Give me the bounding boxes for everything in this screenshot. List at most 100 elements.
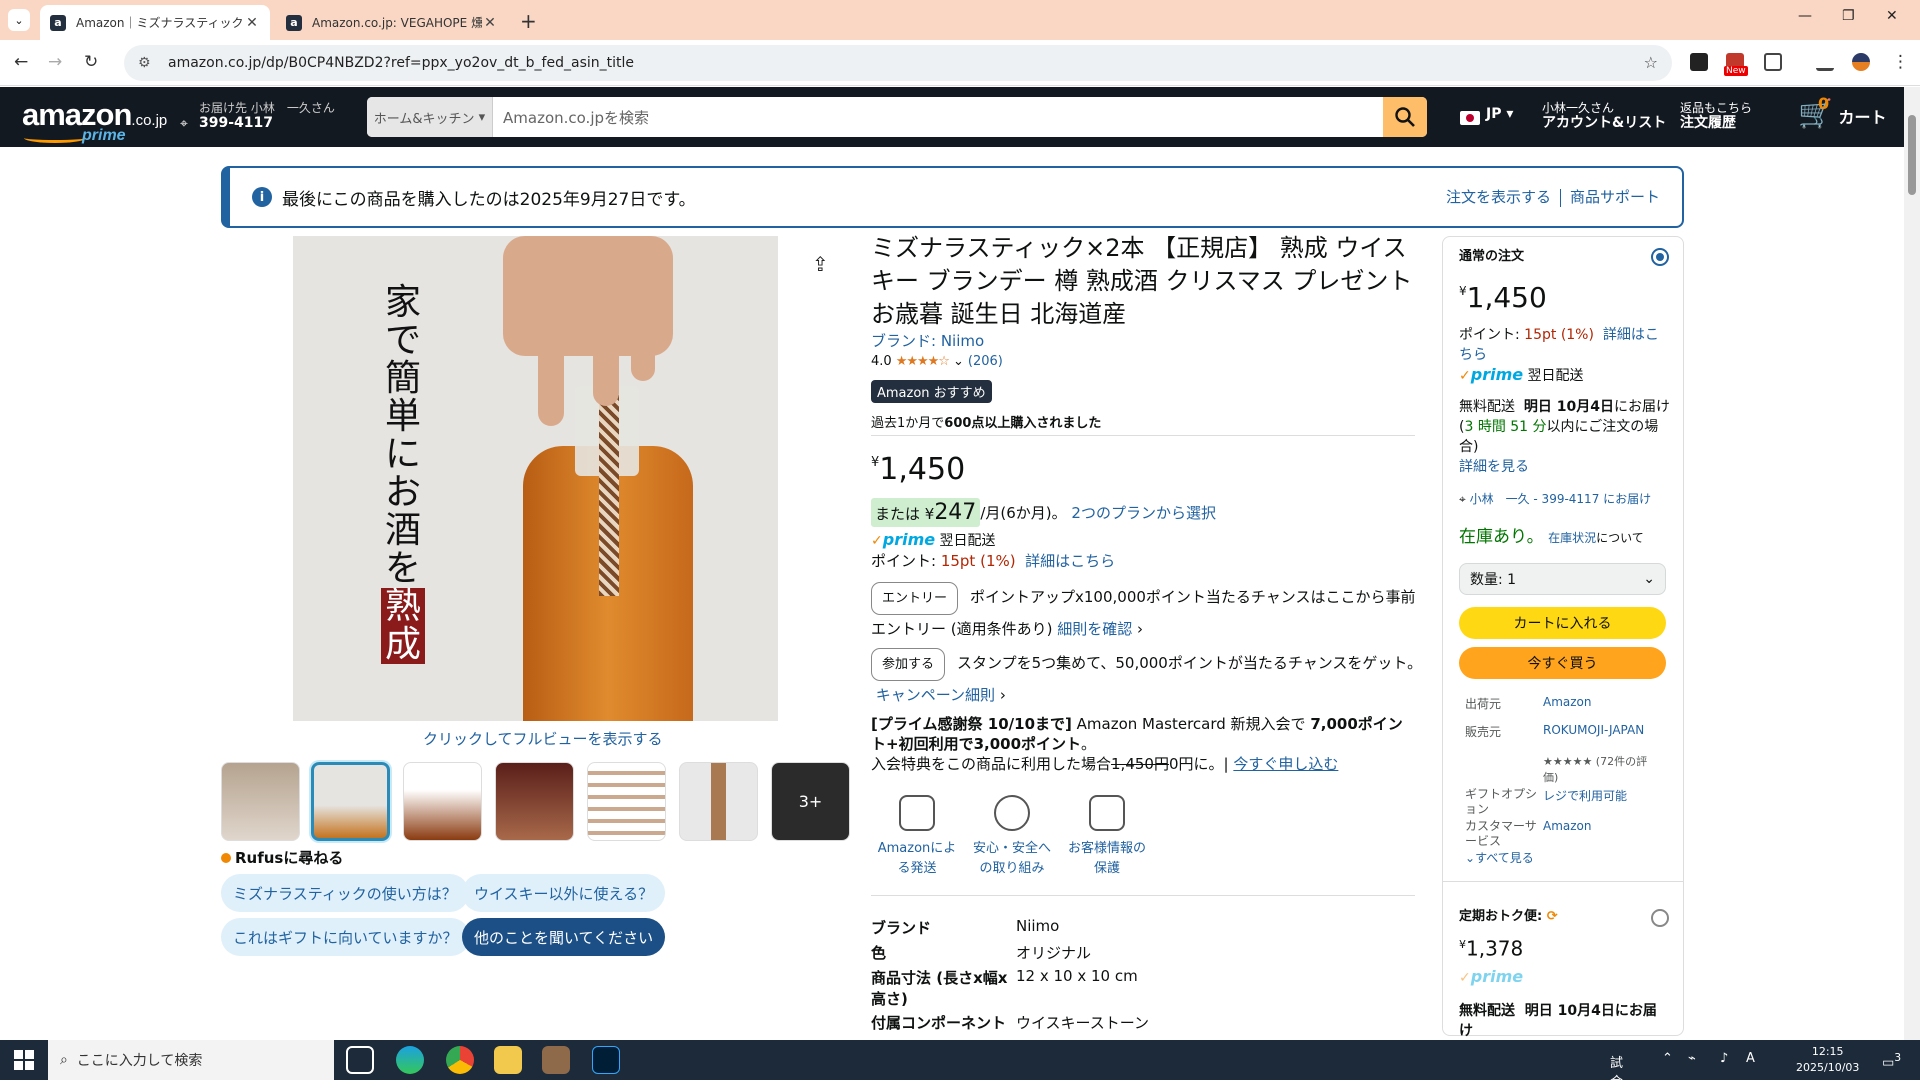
photoshop-icon[interactable] <box>592 1046 620 1074</box>
rufus-chip-other-uses[interactable]: ウイスキー以外に使える？ <box>462 874 666 912</box>
product-support-link[interactable]: 商品サポート <box>1570 188 1660 206</box>
new-tab-icon[interactable]: + <box>520 9 537 33</box>
delivery-details-link[interactable]: 詳細を見る <box>1459 459 1529 475</box>
buy-now-button[interactable]: 今すぐ買う <box>1459 647 1666 679</box>
restore-icon[interactable]: ❐ <box>1842 8 1855 24</box>
rufus-icon <box>221 853 231 863</box>
thumbnail-5[interactable] <box>587 762 666 841</box>
task-view-icon[interactable] <box>346 1046 374 1074</box>
ime-icon[interactable]: A <box>1746 1051 1755 1066</box>
gift-option-link[interactable]: レジで利用可能 <box>1543 787 1627 804</box>
tray-chevron-icon[interactable]: ⌃ <box>1662 1051 1673 1066</box>
location-pin-icon: ⌖ <box>1459 492 1466 506</box>
cart-button[interactable]: 🛒 0 カート <box>1798 94 1886 130</box>
feature-amazon-shipping[interactable]: Amazonによる発送 <box>872 795 962 879</box>
brand-link[interactable]: ブランド: Niimo <box>871 330 984 351</box>
url-text: amazon.co.jp/dp/B0CP4NBZD2?ref=ppx_yo2ov… <box>168 55 634 71</box>
share-icon[interactable]: ⇪ <box>812 252 829 276</box>
volume-icon[interactable]: ♪ <box>1720 1051 1728 1066</box>
page-scrollbar[interactable] <box>1904 87 1920 1040</box>
profile-avatar[interactable] <box>1852 53 1870 71</box>
smile-icon <box>24 133 86 143</box>
thumbnail-4[interactable] <box>495 762 574 841</box>
scrollbar-thumb[interactable] <box>1908 115 1916 195</box>
quantity-select[interactable]: 数量: 1 ⌄ <box>1459 563 1666 595</box>
close-window-icon[interactable]: ✕ <box>1886 8 1898 24</box>
deliver-address-link[interactable]: ⌖ 小林 一久 - 399-4117 にお届け <box>1459 489 1651 509</box>
rating-summary[interactable]: 4.0 ★★★★☆ ⌄ (206) <box>871 354 1003 369</box>
thumbnail-6[interactable] <box>679 762 758 841</box>
tab-vegahope[interactable]: a Amazon.co.jp: VEGAHOPE 燻製 ✕ <box>276 5 508 40</box>
view-order-link[interactable]: 注文を表示する <box>1446 188 1551 206</box>
network-icon[interactable]: ⌁ <box>1688 1051 1696 1066</box>
deliver-to-location[interactable]: ⌖ お届け先 小林 一久さん 399-4117 <box>180 101 335 132</box>
notification-icon[interactable]: ▭3 <box>1882 1051 1901 1070</box>
minimize-icon[interactable]: — <box>1798 8 1812 24</box>
language-selector[interactable]: JP ▾ <box>1486 107 1513 122</box>
returns-orders-link[interactable]: 返品もこちら 注文履歴 <box>1680 101 1752 131</box>
extension-icon[interactable] <box>1690 53 1708 71</box>
file-explorer-icon[interactable] <box>494 1046 522 1074</box>
browser-menu-icon[interactable]: ⋮ <box>1892 52 1909 72</box>
feature-privacy[interactable]: お客様情報の保護 <box>1062 795 1152 879</box>
sold-by-link[interactable]: ROKUMOJI-JAPAN <box>1543 723 1644 737</box>
app-icon[interactable] <box>542 1046 570 1074</box>
buybox-points: ポイント: 15pt (1%) 詳細はこちら <box>1459 327 1659 363</box>
taskbar-clock[interactable]: 12:15 2025/10/03 <box>1796 1044 1859 1076</box>
tab-title: Amazon｜ミズナラスティック×2本｜ <box>76 16 244 30</box>
extensions-puzzle-icon[interactable] <box>1764 53 1782 71</box>
campaign-terms-link[interactable]: キャンペーン細則 <box>876 686 995 704</box>
amazon-prime-logo[interactable]: amazon.co.jp prime <box>22 97 167 144</box>
search-category-dropdown[interactable]: ホーム&キッチン ▾ <box>367 97 493 137</box>
thumbnail-2-selected[interactable] <box>311 762 390 841</box>
taskbar-search[interactable]: ⌕ ここに入力して検索 <box>48 1040 334 1080</box>
tab-search-icon[interactable]: ⌄ <box>8 9 30 31</box>
windows-start-icon[interactable] <box>14 1050 34 1070</box>
rufus-chip-ask-other[interactable]: 他のことを聞いてください <box>462 918 666 956</box>
subscribe-prime: ✓prime <box>1459 967 1524 986</box>
join-button[interactable]: 参加する <box>871 648 946 681</box>
points-info: ポイント: 15pt (1%) 詳細はこちら <box>871 552 1116 570</box>
installment-plans-link[interactable]: 2つのプランから選択 <box>1071 502 1216 523</box>
points-details-link[interactable]: 詳細はこちら <box>1025 552 1115 570</box>
edge-icon[interactable] <box>396 1046 424 1074</box>
feature-safety[interactable]: 安心・安全への取り組み <box>967 795 1057 879</box>
rating-count-link[interactable]: (206) <box>968 354 1003 369</box>
close-tab-icon[interactable]: ✕ <box>482 15 498 31</box>
chevron-down-icon[interactable]: ⌄ <box>953 354 964 369</box>
media-icon[interactable] <box>1816 53 1834 71</box>
search-input[interactable]: Amazon.co.jpを検索 <box>493 97 1383 137</box>
add-to-cart-button[interactable]: カートに入れる <box>1459 607 1666 639</box>
apply-now-link[interactable]: 今すぐ申し込む <box>1233 755 1338 773</box>
bookmark-star-icon[interactable]: ☆ <box>1644 53 1658 72</box>
forward-icon[interactable]: → <box>48 52 62 72</box>
account-lists-menu[interactable]: 小林一久さん アカウント&リスト <box>1542 101 1666 131</box>
stock-status-link[interactable]: 在庫状況 <box>1548 531 1596 545</box>
entry-terms-link[interactable]: 細則を確認 <box>1057 620 1132 638</box>
thumbnail-1[interactable] <box>221 762 300 841</box>
ships-from-link[interactable]: Amazon <box>1543 695 1592 709</box>
rufus-chip-gift[interactable]: これはギフトに向いていますか？ <box>221 918 470 956</box>
main-product-image[interactable]: 家で簡単にお酒を 熟成 <box>293 236 778 721</box>
tab-title: Amazon.co.jp: VEGAHOPE 燻製 <box>312 16 482 30</box>
thumbnail-more[interactable]: 3+ <box>771 762 850 841</box>
url-bar[interactable]: ⚙ amazon.co.jp/dp/B0CP4NBZD2?ref=ppx_yo2… <box>124 45 1672 81</box>
thumbnail-3[interactable] <box>403 762 482 841</box>
reload-icon[interactable]: ↻ <box>84 52 98 72</box>
subscribe-radio[interactable] <box>1651 909 1669 927</box>
site-info-icon[interactable]: ⚙ <box>138 55 158 71</box>
rufus-chip-usage[interactable]: ミズナラスティックの使い方は？ <box>221 874 469 912</box>
entry-button[interactable]: エントリー <box>871 582 959 615</box>
customer-service-link[interactable]: Amazon <box>1543 819 1592 833</box>
full-view-link[interactable]: クリックしてフルビューを表示する <box>423 728 663 749</box>
back-icon[interactable]: ← <box>14 52 28 72</box>
extension-new-badge: New <box>1724 66 1748 76</box>
see-all-link[interactable]: ⌄すべて見る <box>1465 849 1534 866</box>
normal-order-radio[interactable] <box>1651 248 1669 266</box>
search-button[interactable] <box>1383 97 1427 137</box>
chrome-icon[interactable] <box>446 1046 474 1074</box>
tab-amazon-product[interactable]: a Amazon｜ミズナラスティック×2本｜ ✕ <box>40 5 270 40</box>
tray-label: 試合 <box>1610 1056 1624 1090</box>
spec-row: ブランド Niimo <box>871 917 1060 937</box>
close-tab-icon[interactable]: ✕ <box>244 15 260 31</box>
